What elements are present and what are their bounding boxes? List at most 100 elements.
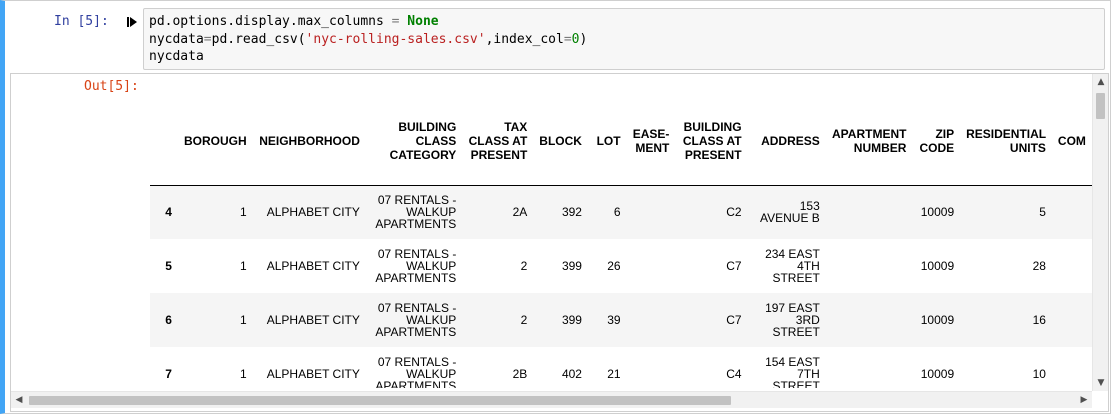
dataframe-table: BOROUGH NEIGHBORHOOD BUILDING CLASS CATE… bbox=[150, 98, 1092, 388]
cell-neighborhood: ALPHABET CITY bbox=[266, 205, 360, 220]
cell-building-class: C7 bbox=[726, 313, 742, 327]
vertical-scroll-thumb[interactable] bbox=[1096, 93, 1105, 119]
cell-lot: 6 bbox=[613, 205, 621, 220]
code-text: ) bbox=[579, 31, 588, 47]
cell-residential-units: 10 bbox=[1032, 367, 1046, 381]
table-row: 7 1 ALPHABET CITY 07 RENTALS - WALKUP AP… bbox=[150, 347, 1092, 388]
column-header-block: BLOCK bbox=[533, 98, 588, 186]
notebook-cell[interactable]: In [5]: pd.options.display.max_columns =… bbox=[0, 0, 1111, 414]
table-row: 4 1 ALPHABET CITY 07 RENTALS - WALKUP AP… bbox=[150, 185, 1092, 239]
code-keyword: None bbox=[407, 14, 439, 29]
cell-easement bbox=[627, 185, 676, 239]
column-header-tax-class: TAX CLASS AT PRESENT bbox=[462, 98, 534, 186]
cell-residential-units: 16 bbox=[1032, 313, 1046, 327]
cell-borough: 1 bbox=[239, 205, 247, 220]
cell-easement bbox=[627, 347, 676, 388]
cell-borough: 1 bbox=[239, 313, 247, 327]
cell-building-class: C7 bbox=[726, 259, 742, 273]
column-header-apartment-number: APARTMENT NUMBER bbox=[825, 98, 913, 186]
column-header-commercial-units: COM bbox=[1051, 98, 1092, 186]
input-prompt: In [5]: bbox=[54, 14, 109, 29]
cell-category: 07 RENTALS - WALKUP APARTMENTS bbox=[375, 193, 457, 232]
index-header bbox=[150, 98, 178, 186]
cell-commercial-units bbox=[1052, 239, 1092, 293]
cell-zip: 10009 bbox=[920, 313, 955, 327]
table-header-row: BOROUGH NEIGHBORHOOD BUILDING CLASS CATE… bbox=[150, 98, 1092, 186]
cell-easement bbox=[627, 239, 676, 293]
cell-apartment bbox=[826, 347, 913, 388]
cell-apartment bbox=[826, 185, 913, 239]
column-header-building-class: BUILDING CLASS AT PRESENT bbox=[675, 98, 748, 186]
cell-tax-class: 2A bbox=[512, 205, 528, 220]
step-run-icon[interactable] bbox=[126, 16, 138, 28]
cell-apartment bbox=[826, 239, 913, 293]
cell-commercial-units bbox=[1052, 347, 1092, 388]
cell-borough: 1 bbox=[239, 259, 247, 273]
cell-residential-units: 5 bbox=[1039, 205, 1046, 220]
cell-category: 07 RENTALS - WALKUP APARTMENTS bbox=[375, 247, 457, 285]
code-number: 0 bbox=[571, 31, 580, 47]
cell-address: 197 EAST 3RD STREET bbox=[765, 301, 820, 339]
table-row: 6 1 ALPHABET CITY 07 RENTALS - WALKUP AP… bbox=[150, 293, 1092, 347]
cell-tax-class: 2B bbox=[512, 367, 528, 381]
cell-commercial-units bbox=[1052, 185, 1092, 239]
output-area[interactable]: Out[5]: BOROUGH NEIGHBORHOOD BUILDING CL… bbox=[10, 73, 1109, 412]
column-header-borough: BOROUGH bbox=[177, 98, 253, 186]
cell-building-class: C4 bbox=[726, 367, 742, 381]
dataframe-viewport: BOROUGH NEIGHBORHOOD BUILDING CLASS CATE… bbox=[150, 98, 1092, 388]
cell-lot: 26 bbox=[607, 259, 621, 273]
chevron-down-icon[interactable]: ▼ bbox=[1093, 375, 1109, 391]
column-header-easement: EASE-MENT bbox=[626, 98, 676, 186]
code-text: pd.options.display.max_columns bbox=[149, 14, 392, 29]
cell-tax-class: 2 bbox=[520, 313, 528, 327]
cell-neighborhood: ALPHABET CITY bbox=[266, 313, 360, 327]
horizontal-scroll-thumb[interactable] bbox=[29, 396, 731, 405]
cell-easement bbox=[627, 293, 676, 347]
cell-address: 153 AVENUE B bbox=[759, 199, 820, 226]
column-header-lot: LOT bbox=[587, 98, 627, 186]
column-header-neighborhood: NEIGHBORHOOD bbox=[252, 98, 366, 186]
output-prompt: Out[5]: bbox=[84, 79, 139, 94]
code-text: ,index_col bbox=[485, 31, 564, 47]
code-operator: = bbox=[563, 31, 572, 47]
horizontal-scrollbar[interactable]: ◀ ▶ bbox=[11, 391, 1092, 408]
column-header-zip-code: ZIP CODE bbox=[912, 98, 961, 186]
cell-lot: 39 bbox=[607, 313, 621, 327]
cell-zip: 10009 bbox=[920, 367, 955, 381]
cell-apartment bbox=[826, 293, 913, 347]
chevron-up-icon[interactable]: ▲ bbox=[1093, 74, 1109, 90]
cell-tax-class: 2 bbox=[520, 259, 528, 273]
column-header-residential-units: RESIDENTIAL UNITS bbox=[960, 98, 1052, 186]
cell-lot: 21 bbox=[607, 367, 621, 381]
table-row: 5 1 ALPHABET CITY 07 RENTALS - WALKUP AP… bbox=[150, 239, 1092, 293]
cell-neighborhood: ALPHABET CITY bbox=[266, 367, 360, 381]
vertical-scrollbar[interactable]: ▲ ▼ bbox=[1092, 74, 1108, 391]
cell-address: 234 EAST 4TH STREET bbox=[765, 247, 820, 285]
column-header-address: ADDRESS bbox=[747, 98, 826, 186]
cell-category: 07 RENTALS - WALKUP APARTMENTS bbox=[375, 355, 457, 388]
cell-commercial-units bbox=[1052, 293, 1092, 347]
chevron-right-icon[interactable]: ▶ bbox=[1076, 392, 1092, 408]
code-text: nycdata bbox=[149, 49, 204, 64]
row-index: 7 bbox=[165, 367, 172, 381]
column-header-building-class-category: BUILDING CLASS CATEGORY bbox=[365, 98, 463, 186]
cell-neighborhood: ALPHABET CITY bbox=[266, 259, 360, 273]
cell-building-class: C2 bbox=[726, 205, 742, 220]
cell-zip: 10009 bbox=[920, 259, 955, 273]
code-text: nycdata bbox=[149, 31, 204, 47]
row-index: 6 bbox=[165, 313, 172, 327]
chevron-left-icon[interactable]: ◀ bbox=[11, 392, 27, 408]
cell-residential-units: 28 bbox=[1032, 259, 1046, 273]
cell-block: 392 bbox=[561, 205, 582, 220]
row-index: 4 bbox=[165, 205, 172, 220]
cell-borough: 1 bbox=[239, 367, 247, 381]
cell-block: 399 bbox=[561, 313, 582, 327]
cell-block: 399 bbox=[561, 259, 582, 273]
cell-zip: 10009 bbox=[920, 205, 955, 220]
code-editor[interactable]: pd.options.display.max_columns = None ny… bbox=[143, 8, 1105, 70]
code-text: pd.read_csv( bbox=[211, 31, 306, 47]
cell-category: 07 RENTALS - WALKUP APARTMENTS bbox=[375, 301, 457, 339]
code-operator: = bbox=[203, 31, 212, 47]
row-index: 5 bbox=[165, 259, 172, 273]
cell-address: 154 EAST 7TH STREET bbox=[765, 355, 820, 388]
